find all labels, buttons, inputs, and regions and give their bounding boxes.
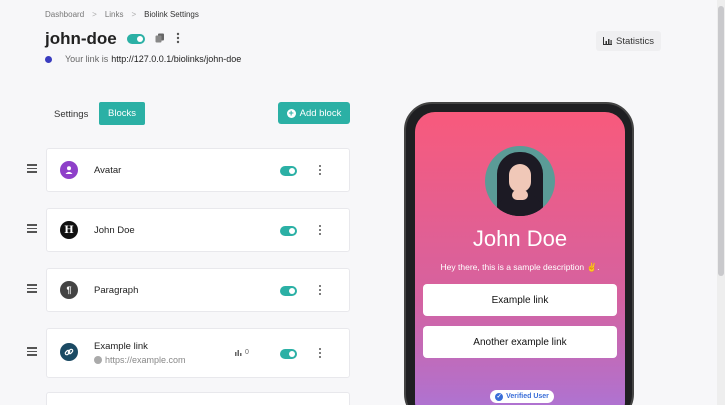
block-title: Example link — [94, 341, 148, 352]
more-options-icon[interactable] — [317, 346, 323, 360]
add-block-label: Add block — [299, 107, 342, 119]
block-enabled-toggle[interactable] — [280, 166, 297, 176]
block-enabled-toggle[interactable] — [280, 286, 297, 296]
verified-label: Verified User — [506, 393, 549, 400]
title-row: john-doe — [45, 29, 181, 49]
link-prefix: Your link is — [65, 54, 109, 64]
bar-chart-icon — [235, 349, 242, 356]
bar-chart-icon — [602, 37, 612, 45]
user-icon — [60, 161, 78, 179]
biolink-url[interactable]: http://127.0.0.1/biolinks/john-doe — [111, 54, 241, 64]
add-block-button[interactable]: + Add block — [278, 102, 350, 124]
breadcrumb-dashboard[interactable]: Dashboard — [45, 10, 84, 19]
statistics-label: Statistics — [615, 35, 654, 47]
more-options-icon[interactable] — [317, 283, 323, 297]
breadcrumb-current: Biolink Settings — [144, 10, 199, 19]
statistics-button[interactable]: Statistics — [596, 31, 661, 51]
block-item[interactable]: Example link https://example.com 0 — [27, 328, 350, 378]
verified-badge: ✓ Verified User — [490, 390, 554, 403]
tab-settings[interactable]: Settings — [46, 103, 96, 125]
block-enabled-toggle[interactable] — [280, 349, 297, 359]
tab-blocks[interactable]: Blocks — [99, 102, 145, 125]
page-scrollbar[interactable] — [717, 0, 725, 405]
breadcrumb-separator: > — [131, 10, 137, 19]
more-options-icon[interactable] — [317, 163, 323, 177]
preview-screen: John Doe Hey there, this is a sample des… — [415, 112, 625, 405]
more-options-icon[interactable] — [317, 223, 323, 237]
block-title: John Doe — [94, 225, 135, 236]
biolink-enabled-toggle[interactable] — [126, 34, 145, 44]
block-item[interactable]: Avatar — [27, 148, 350, 192]
drag-handle-icon[interactable] — [27, 164, 37, 174]
biolink-settings-page: Dashboard > Links > Biolink Settings joh… — [0, 0, 725, 405]
block-enabled-toggle[interactable] — [280, 226, 297, 236]
block-title: Avatar — [94, 165, 122, 176]
preview-link-button[interactable]: Another example link — [423, 326, 617, 358]
block-item[interactable]: H John Doe — [27, 208, 350, 252]
clicks-value: 0 — [245, 349, 249, 356]
biolink-url-row: Your link is http://127.0.0.1/biolinks/j… — [45, 54, 241, 64]
block-title: Paragraph — [94, 285, 139, 296]
block-item[interactable] — [46, 392, 350, 405]
breadcrumb: Dashboard > Links > Biolink Settings — [45, 10, 199, 19]
phone-preview: John Doe Hey there, this is a sample des… — [404, 102, 634, 405]
status-dot-icon — [45, 55, 52, 63]
drag-handle-icon[interactable] — [27, 224, 37, 234]
breadcrumb-separator: > — [92, 10, 97, 19]
link-icon — [60, 343, 78, 361]
block-url: https://example.com — [94, 355, 186, 365]
plus-circle-icon: + — [286, 107, 296, 118]
breadcrumb-links[interactable]: Links — [105, 10, 124, 19]
profile-name: John Doe — [472, 226, 568, 251]
copy-icon[interactable] — [155, 33, 165, 46]
preview-link-button[interactable]: Example link — [423, 284, 617, 316]
more-options-icon[interactable] — [175, 32, 181, 47]
globe-icon — [94, 356, 102, 364]
drag-handle-icon[interactable] — [27, 347, 37, 357]
profile-description: Hey there, this is a sample description … — [440, 262, 600, 272]
profile-avatar — [485, 146, 555, 216]
block-item[interactable]: ¶ Paragraph — [27, 268, 350, 312]
clicks-count: 0 — [235, 349, 249, 356]
paragraph-icon: ¶ — [60, 281, 78, 299]
check-icon: ✓ — [495, 392, 504, 401]
heading-icon: H — [60, 221, 78, 239]
block-subtitle: https://example.com — [105, 355, 186, 365]
drag-handle-icon[interactable] — [27, 284, 37, 294]
page-title: john-doe — [45, 29, 117, 48]
